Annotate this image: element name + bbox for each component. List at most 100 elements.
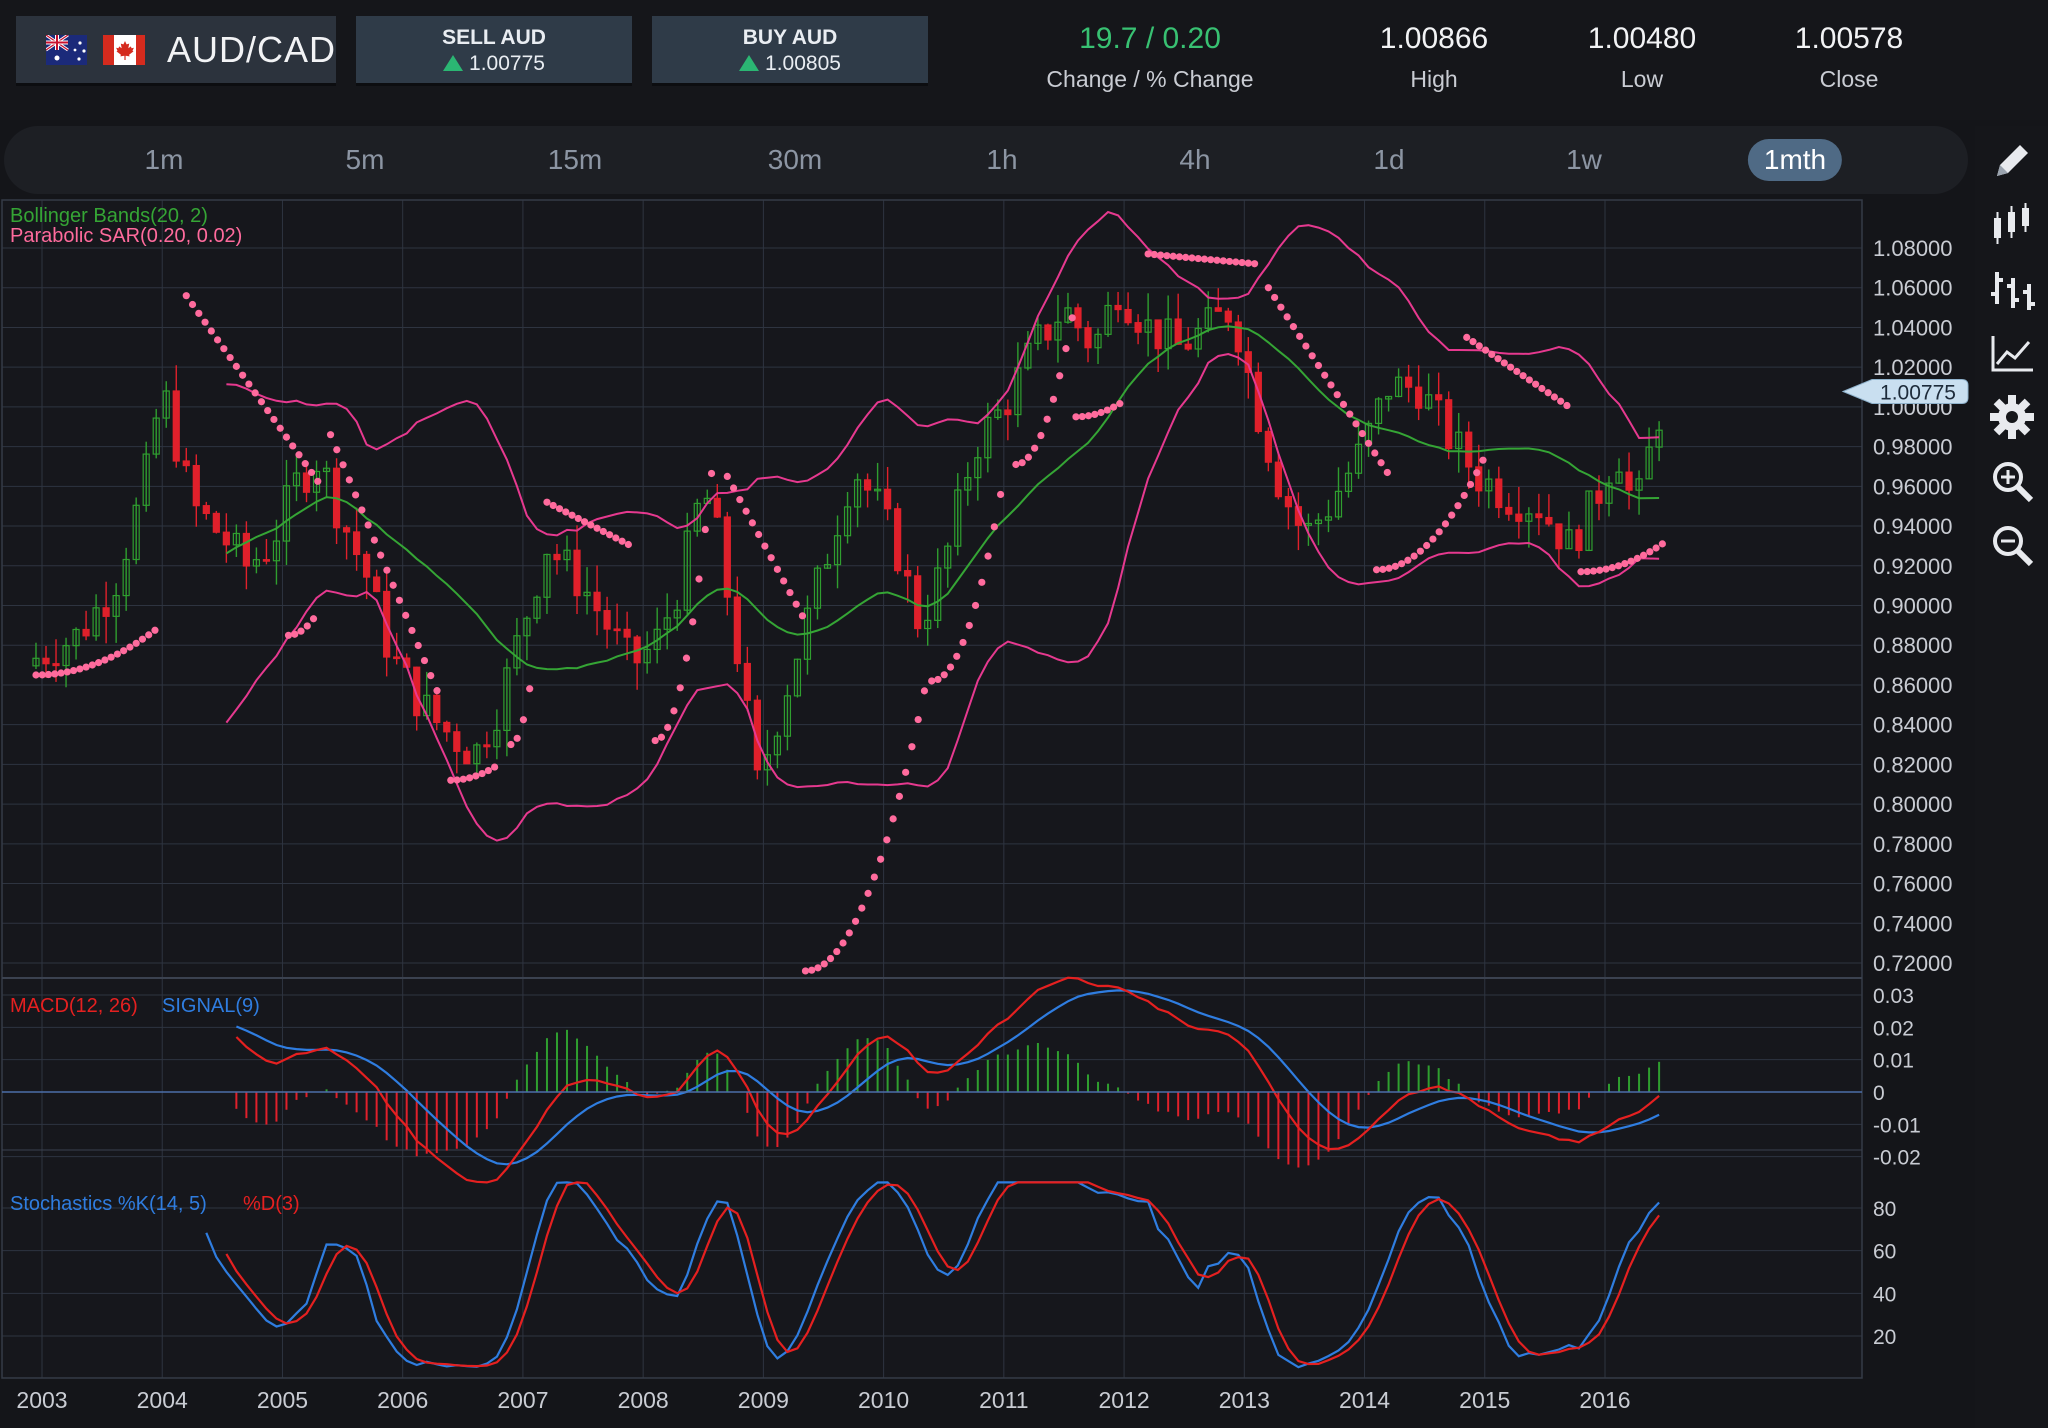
sar-dot [1213, 256, 1221, 264]
sar-dot [1479, 456, 1487, 464]
sar-dot [251, 389, 259, 397]
sar-dot [1031, 444, 1039, 452]
year-tick-label: 2015 [1459, 1387, 1510, 1413]
candle-down [182, 460, 190, 467]
sar-dot [1577, 568, 1585, 576]
buy-button[interactable]: BUY AUD 1.00805 [652, 16, 928, 86]
sar-dot [748, 519, 756, 527]
sar-dot [295, 451, 303, 459]
sar-dot [465, 774, 474, 782]
price-tick-label: 0.88000 [1873, 633, 1953, 658]
sar-dot [195, 309, 203, 317]
candle-down [52, 663, 60, 667]
sar-dot [1327, 381, 1335, 389]
stochastics-tick-label: 20 [1873, 1326, 1896, 1349]
candle-down [1405, 376, 1413, 388]
candle-down [1184, 343, 1192, 350]
sar-dot [870, 873, 878, 881]
timeframe-15m[interactable]: 15m [532, 139, 618, 181]
candle-down [1284, 496, 1292, 508]
candle-down [573, 549, 581, 597]
sar-dot [984, 552, 992, 560]
candle-down [1084, 327, 1092, 349]
timeframe-1mth[interactable]: 1mth [1747, 139, 1843, 181]
sar-dot [701, 525, 709, 534]
buy-label: BUY AUD [742, 26, 838, 49]
timeframe-30m[interactable]: 30m [752, 139, 838, 181]
sar-dot [801, 967, 810, 975]
sar-dot [864, 889, 872, 897]
sar-dot [427, 672, 435, 680]
sar-dot [1207, 256, 1215, 264]
candle-down [1575, 529, 1583, 552]
stochastics-tick-label: 60 [1873, 1241, 1896, 1264]
price-tick-label: 0.94000 [1873, 514, 1953, 539]
sar-dot [928, 677, 936, 685]
candle-down [603, 610, 611, 630]
sar-dot [220, 345, 228, 353]
sar-dot [1116, 400, 1124, 408]
sar-dot [562, 508, 570, 516]
sar-dot [414, 641, 422, 650]
sar-dot [513, 734, 521, 742]
candle-down [1174, 318, 1182, 345]
sar-dot [63, 668, 71, 676]
sar-dot [132, 639, 140, 647]
timeframe-1m[interactable]: 1m [129, 139, 200, 181]
sar-dot [1072, 413, 1080, 421]
sar-dot [1538, 384, 1546, 393]
zoom-out-icon[interactable] [1987, 520, 2037, 570]
sar-dot [383, 566, 391, 574]
timeframe-4h[interactable]: 4h [1163, 139, 1226, 181]
sar-dot [858, 904, 866, 912]
sar-dot [1314, 361, 1323, 370]
sar-dot [188, 300, 197, 309]
sell-button[interactable]: SELL AUD 1.00775 [356, 16, 632, 86]
zoom-in-icon[interactable] [1987, 456, 2037, 506]
timeframe-1w[interactable]: 1w [1550, 139, 1618, 181]
candle-down [192, 464, 200, 507]
sar-dot [895, 792, 903, 800]
year-tick-label: 2010 [858, 1387, 909, 1413]
candle-down [1004, 409, 1012, 416]
sar-dot [257, 398, 266, 406]
sar-dot [526, 685, 534, 693]
candlestick-icon[interactable] [1987, 200, 2037, 250]
candle-down [1625, 471, 1633, 491]
sar-dot [1097, 408, 1105, 417]
sar-dot [940, 671, 948, 679]
sar-dot [57, 669, 65, 677]
candle-down [593, 591, 601, 612]
instrument-selector[interactable]: AUD/CAD [16, 16, 336, 86]
sar-dot [1175, 253, 1184, 261]
stochastics-d-legend: %D(3) [243, 1193, 300, 1215]
sar-dot [301, 460, 309, 468]
sar-dot [761, 542, 769, 550]
timeframe-5m[interactable]: 5m [330, 139, 401, 181]
sar-dot [1339, 400, 1348, 409]
line-chart-icon[interactable] [1987, 328, 2037, 378]
timeframe-1d[interactable]: 1d [1357, 139, 1420, 181]
sar-dot [736, 496, 744, 504]
sar-dot [723, 472, 731, 481]
sar-dot [314, 477, 322, 485]
sar-dot [1296, 332, 1304, 340]
sar-dot [1068, 314, 1076, 322]
sar-dot [472, 772, 480, 780]
sar-dot [226, 353, 234, 362]
sar-dot [1469, 338, 1477, 346]
timeframe-1h[interactable]: 1h [970, 139, 1033, 181]
candle-down [82, 628, 90, 637]
bar-chart-icon[interactable] [1987, 264, 2037, 314]
sar-dot [1550, 393, 1559, 401]
gear-icon[interactable] [1987, 392, 2037, 442]
sar-dot [433, 687, 441, 695]
year-tick-label: 2003 [16, 1387, 67, 1413]
sar-dot [264, 406, 272, 415]
sar-dot [1264, 284, 1272, 292]
sar-dot [1163, 252, 1171, 260]
candle-down [553, 553, 561, 561]
pencil-icon[interactable] [1987, 136, 2037, 186]
price-chart[interactable]: 1.080001.060001.040001.020001.000000.980… [0, 198, 1975, 1428]
candle-down [262, 559, 271, 562]
